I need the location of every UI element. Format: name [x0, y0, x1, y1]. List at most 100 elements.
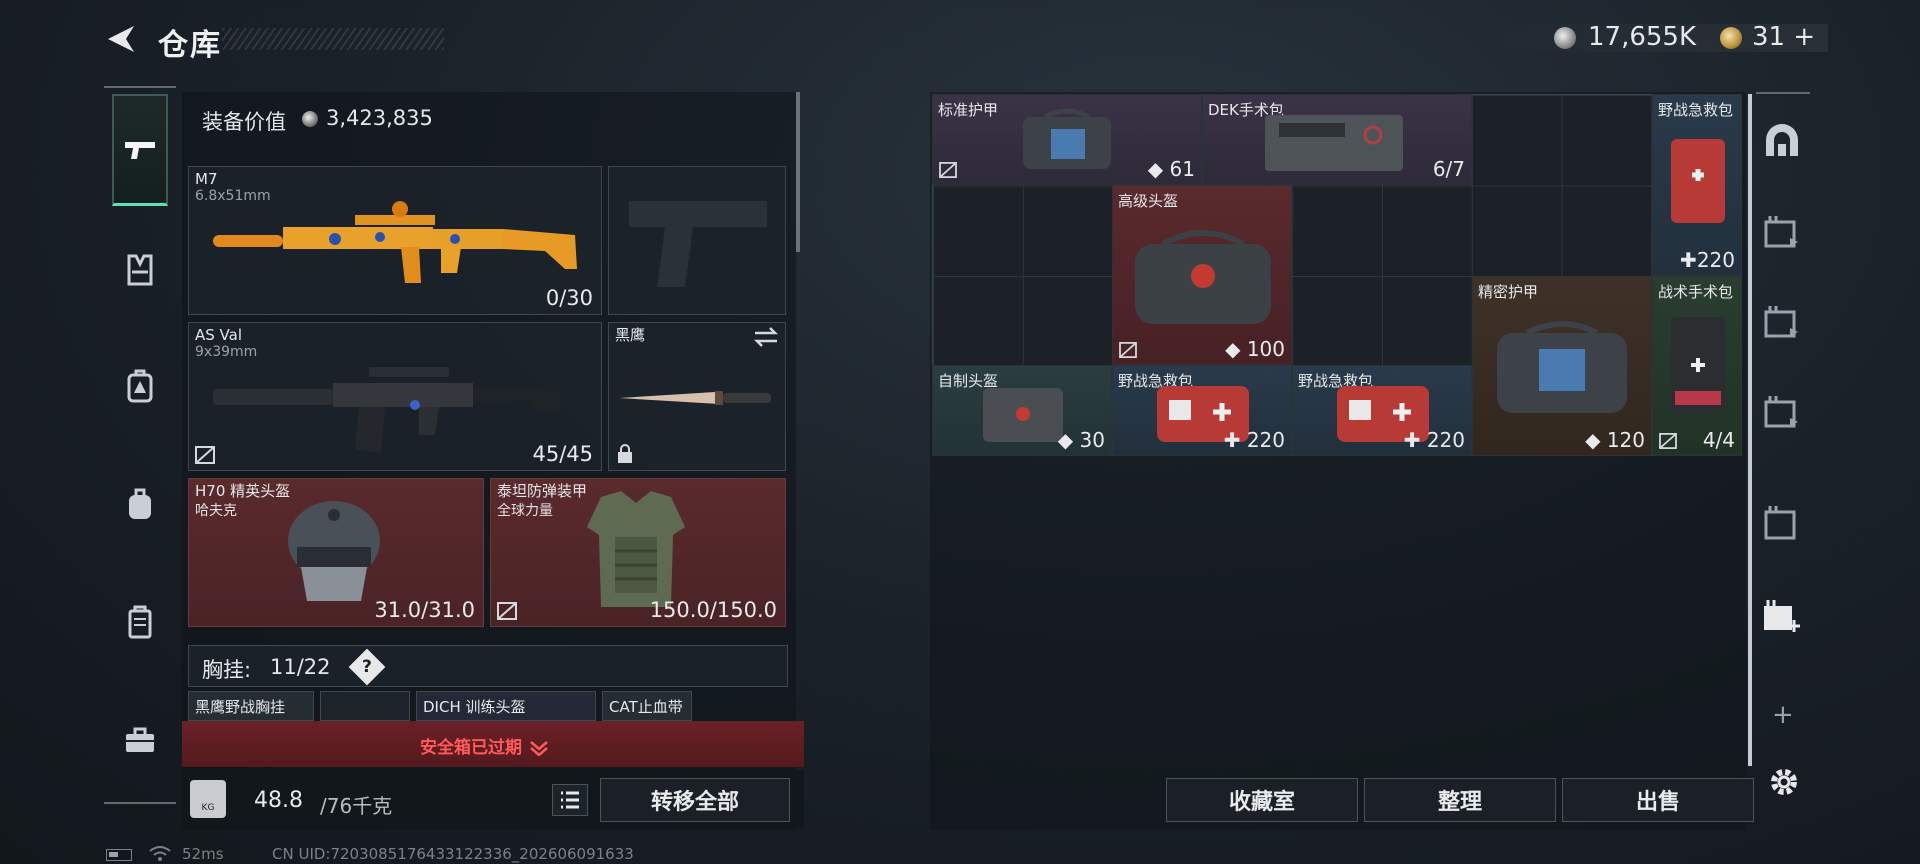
expand-plus-icon[interactable]: + [1772, 700, 1794, 730]
carry-weight: 48.8 [254, 788, 303, 813]
no-insure-icon [1659, 433, 1677, 449]
gold-balance[interactable]: 31 + [1752, 22, 1815, 52]
storage-item[interactable]: 野战急救包 ✚ 220 [1292, 365, 1472, 456]
rig-item-empty[interactable] [320, 691, 410, 721]
user-uid: CN UID:7203085176433122336_202606091633 [272, 845, 634, 863]
vault-icon[interactable] [1762, 122, 1802, 162]
storage-tab-3-icon[interactable] [1762, 392, 1802, 432]
shield-icon: ◆ [1225, 337, 1241, 361]
ammo-count: 45/45 [532, 442, 593, 466]
weapon-name: AS Val [195, 326, 243, 344]
tab-armor-bag[interactable] [112, 356, 168, 416]
storage-tab-2-icon[interactable] [1762, 302, 1802, 342]
svg-text:KG: KG [202, 803, 215, 813]
storage-item[interactable]: 标准护甲 ◆ 61 [932, 94, 1202, 185]
shield-icon: ◆ [1147, 157, 1164, 181]
tab-weapon[interactable] [112, 94, 168, 206]
helmet-name: H70 精英头盔 [195, 482, 291, 500]
item-name: 精密护甲 [1478, 283, 1539, 301]
list-view-button[interactable] [552, 784, 588, 816]
side-rail [1756, 92, 1810, 94]
storage-item[interactable]: 野战急救包 ✚ 220 [1112, 365, 1292, 456]
back-icon[interactable] [104, 22, 138, 56]
pistol-slot-empty[interactable] [608, 166, 786, 315]
helmet-brand: 哈夫克 [195, 503, 237, 519]
toolbox-icon [126, 727, 154, 752]
tab-backpack[interactable] [112, 474, 168, 534]
armor-durability: 150.0/150.0 [649, 598, 777, 622]
item-value-number: 220 [1426, 428, 1465, 452]
item-value-number: 30 [1079, 428, 1105, 452]
rig-item[interactable]: CAT止血带 [602, 691, 692, 721]
rig-item[interactable]: DICH 训练头盔 [416, 691, 596, 721]
ammo-count: 0/30 [545, 286, 593, 310]
double-chevron-down-icon [530, 741, 548, 757]
backpack-icon [129, 488, 151, 519]
safe-box-expired-text: 安全箱已过期 [420, 733, 550, 758]
storage-item[interactable]: 自制头盔 ◆ 30 [932, 365, 1112, 456]
silver-balance: 17,655K [1588, 22, 1697, 52]
helmet-bag-icon [1135, 230, 1271, 324]
rig-item-name: DICH 训练头盔 [423, 698, 526, 716]
armor-slot[interactable]: 泰坦防弹装甲 全球力量 150.0/150.0 [490, 478, 786, 627]
equipment-value: 3,423,835 [326, 106, 433, 130]
transfer-all-button[interactable]: 转移全部 [600, 778, 790, 822]
pistol-placeholder-icon [629, 201, 767, 287]
scrollbar[interactable] [1748, 94, 1752, 766]
weapon-name: M7 [195, 170, 218, 188]
item-value-number: 220 [1696, 248, 1735, 272]
knife-slot[interactable]: 黑鹰 [608, 322, 786, 471]
plus-icon: ✚ [1680, 248, 1697, 272]
item-value: 4/4 [1702, 428, 1735, 452]
item-value-number: 61 [1169, 157, 1195, 181]
gear-icon[interactable] [1766, 764, 1802, 800]
chest-rig-label: 胸挂: [202, 658, 252, 682]
carry-weight-max: /76千克 [320, 794, 393, 818]
title-decoration [222, 28, 444, 50]
item-value: ◆ 100 [1225, 337, 1285, 361]
armor-bag-icon [1023, 108, 1111, 169]
storage-item[interactable]: 野战急救包 ✚220 [1652, 94, 1742, 276]
storage-tab-1-icon[interactable] [1762, 212, 1802, 252]
sell-button[interactable]: 出售 [1562, 778, 1754, 822]
add-gold-button[interactable]: + [1793, 22, 1815, 52]
storage-item[interactable]: 精密护甲 ◆ 120 [1472, 276, 1652, 456]
weight-icon: KG [190, 780, 226, 818]
shield-icon: ◆ [1057, 428, 1074, 452]
storage-item[interactable]: 高级头盔 ◆ 100 [1112, 185, 1292, 365]
storage-item[interactable]: 战术手术包 4/4 [1652, 276, 1742, 456]
item-value-number: 220 [1246, 428, 1285, 452]
sort-button[interactable]: 整理 [1364, 778, 1556, 822]
list-icon [561, 791, 579, 809]
storage-tab-4-icon[interactable] [1762, 502, 1802, 542]
item-name: 高级头盔 [1118, 192, 1179, 210]
gold-amount: 31 [1752, 22, 1786, 52]
secondary-weapon-slot[interactable]: AS Val 9x39mm 45/45 [188, 322, 602, 471]
vest-icon [127, 254, 153, 286]
item-value: 6/7 [1432, 157, 1465, 181]
storage-item[interactable]: DEK手术包 6/7 [1202, 94, 1472, 185]
chest-rig-capacity: 11/22 [270, 655, 331, 679]
expired-label: 安全箱已过期 [420, 738, 522, 758]
tab-case[interactable] [112, 592, 168, 652]
tab-toolbox[interactable] [112, 710, 168, 770]
silver-coin-icon [1554, 27, 1576, 49]
page-title: 仓库 [158, 28, 222, 63]
silver-coin-icon [302, 111, 318, 127]
item-value: ✚ 220 [1404, 428, 1465, 452]
scrollbar[interactable] [796, 92, 800, 252]
collection-room-button[interactable]: 收藏室 [1166, 778, 1358, 822]
tab-vest[interactable] [112, 240, 168, 300]
rig-item[interactable]: 黑鹰野战胸挂 [188, 691, 314, 721]
help-glyph: ? [362, 657, 372, 677]
helmet-bag-icon [983, 388, 1063, 442]
tab-rail-bottom [104, 802, 176, 804]
plus-icon: ✚ [1223, 428, 1241, 452]
item-value-number: 100 [1246, 337, 1285, 361]
surgery-kit-icon [1265, 115, 1403, 171]
primary-weapon-slot[interactable]: M7 6.8x51mm 0/30 [188, 166, 602, 315]
battery-icon [106, 849, 132, 861]
add-storage-icon[interactable] [1762, 596, 1802, 636]
helmet-slot[interactable]: H70 精英头盔 哈夫克 31.0/31.0 [188, 478, 484, 627]
swap-icon[interactable] [753, 327, 779, 347]
